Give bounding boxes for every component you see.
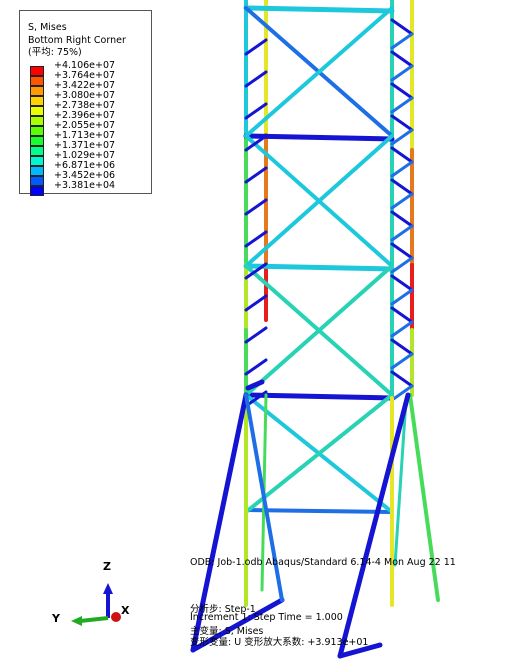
base-frame [245,379,265,391]
legend-swatch [30,146,44,156]
side-brace [390,96,414,114]
side-brace [244,230,268,248]
x-axis-label: X [121,604,130,617]
legend-swatch [30,96,44,106]
side-brace [390,32,414,50]
side-brace [390,178,414,196]
side-brace [390,288,414,306]
side-brace [390,160,414,178]
legend-swatch [30,136,44,146]
side-brace [244,102,268,120]
horizontal-brace [243,5,395,14]
odb-info-line: ODB: Job-1.odb Abaqus/Standard 6.14-4 Mo… [190,557,456,568]
side-brace [390,370,414,388]
side-brace [390,256,414,274]
y-axis-arrow [79,616,109,623]
z-arrow-head [103,583,113,594]
horizontal-brace [243,392,395,401]
legend-title: S, Mises [28,22,67,33]
coordinate-triad [71,583,121,626]
side-brace [390,82,414,100]
side-brace [390,306,414,324]
legend-subtitle: Bottom Right Corner [28,35,126,46]
side-brace [390,128,414,146]
side-brace [390,242,414,260]
increment-info-line: Increment 1: Step Time = 1.000 [190,612,343,623]
deformed-variable-line: 变形变量: U 变形放大系数: +3.913e+01 [190,637,369,648]
side-brace [244,166,268,184]
legend-swatch [30,86,44,96]
side-brace [390,352,414,370]
legend-swatch [30,176,44,186]
side-brace [244,358,268,376]
side-brace [244,70,268,88]
side-brace [390,114,414,132]
legend-averaging: (平均: 75%) [28,47,82,58]
side-brace [390,274,414,292]
legend-swatch [30,126,44,136]
legend-swatch [30,166,44,176]
legend-swatch [30,186,44,196]
side-brace [390,210,414,228]
horizontal-brace [243,263,395,272]
legend-swatch [30,116,44,126]
y-arrow-head [71,616,82,626]
legend-swatch [30,156,44,166]
side-brace [244,294,268,312]
side-brace [390,320,414,338]
side-brace [390,146,414,164]
side-brace [390,338,414,356]
side-brace [390,224,414,242]
contour-legend: S, Mises Bottom Right Corner (平均: 75%) +… [19,10,152,196]
side-brace [390,50,414,68]
x-axis-arrow [111,612,121,622]
z-axis-label: Z [103,560,111,573]
side-brace [244,198,268,216]
horizontal-brace [243,133,395,142]
side-brace [390,192,414,210]
y-axis-label: Y [52,612,60,625]
legend-swatch [30,106,44,116]
legend-value: +3.381e+04 [54,180,116,191]
legend-swatch [30,66,44,76]
legend-swatch [30,76,44,86]
tower-leg [408,393,440,602]
side-brace [390,64,414,82]
side-brace [390,18,414,36]
side-brace [244,38,268,56]
side-brace [244,326,268,344]
